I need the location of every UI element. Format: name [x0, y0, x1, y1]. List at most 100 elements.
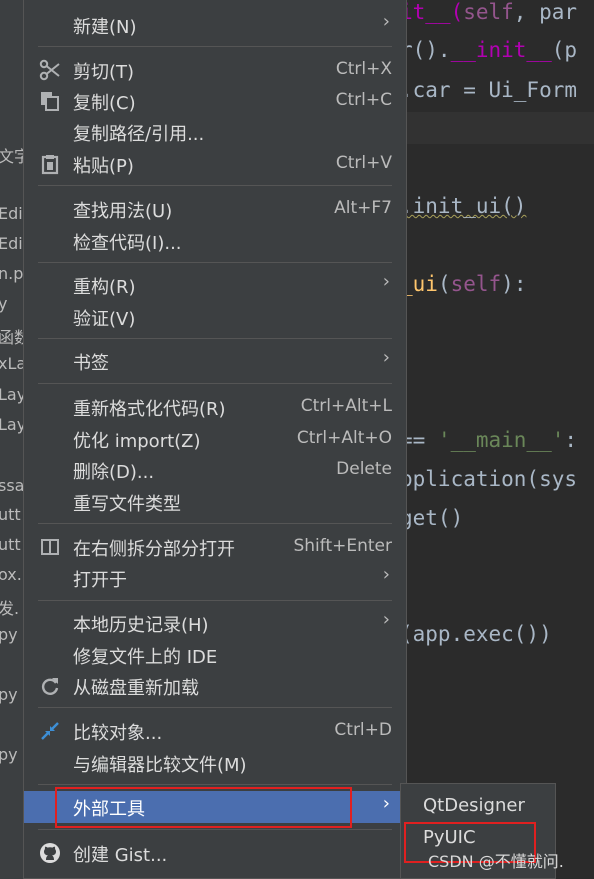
project-item[interactable]: Edi	[0, 234, 23, 253]
menu-item-repair-ide[interactable]: 修复文件上的 IDE	[24, 639, 406, 670]
code-token: , par	[513, 0, 578, 24]
project-item[interactable]: py	[0, 625, 18, 644]
menu-item-label: 查找用法(U)	[73, 201, 173, 222]
shortcut-label: Ctrl+Alt+L	[300, 396, 392, 416]
menu-item-compare-with-editor[interactable]: 与编辑器比较文件(M)	[24, 747, 406, 778]
project-item[interactable]: n.p	[0, 264, 23, 283]
split-view-icon	[38, 535, 62, 559]
menu-item-bookmarks[interactable]: 书签 ›	[24, 345, 406, 376]
submenu-arrow-icon: ›	[382, 347, 390, 368]
watermark: CSDN @不懂就问.	[428, 852, 564, 871]
menu-item-copy[interactable]: 复制(C) Ctrl+C	[24, 85, 406, 116]
menu-item-label: 复制(C)	[73, 93, 136, 114]
menu-separator	[38, 829, 392, 830]
menu-item-new[interactable]: 新建(N) ›	[24, 9, 406, 40]
code-line: r().__init__(p	[400, 38, 577, 62]
menu-item-label: 优化 import(Z)	[73, 431, 201, 452]
menu-item-local-history[interactable]: 本地历史记录(H) ›	[24, 607, 406, 638]
menu-item-reload-from-disk[interactable]: 从磁盘重新加载	[24, 670, 406, 701]
code-line: it__(self, par	[400, 0, 577, 24]
menu-item-delete[interactable]: 删除(D)... Delete	[24, 454, 406, 485]
menu-item-reformat-code[interactable]: 重新格式化代码(R) Ctrl+Alt+L	[24, 391, 406, 422]
scissors-icon	[38, 58, 62, 82]
code-line: == '__main__':	[400, 428, 577, 452]
project-item[interactable]: Lay	[0, 385, 24, 404]
submenu-item-label: QtDesigner	[423, 795, 525, 816]
reload-icon	[38, 674, 62, 698]
menu-item-label: 创建 Gist...	[73, 845, 168, 866]
shortcut-label: Ctrl+X	[335, 59, 392, 79]
menu-item-refactor[interactable]: 重构(R) ›	[24, 269, 406, 300]
project-item[interactable]: xLa	[0, 354, 24, 373]
menu-separator	[38, 600, 392, 601]
menu-item-compare-with[interactable]: 比较对象... Ctrl+D	[24, 715, 406, 746]
shortcut-label: Ctrl+C	[335, 90, 392, 110]
menu-item-label: 新建(N)	[73, 17, 137, 38]
menu-item-label: 粘贴(P)	[73, 156, 134, 177]
code-token: it__(	[400, 0, 464, 24]
code-line: _ui(self):	[400, 272, 526, 296]
menu-separator	[38, 185, 392, 186]
code-token: self	[463, 0, 514, 24]
project-item[interactable]: y	[0, 294, 7, 313]
shortcut-label: Ctrl+Alt+O	[296, 428, 392, 448]
menu-item-optimize-imports[interactable]: 优化 import(Z) Ctrl+Alt+O	[24, 423, 406, 454]
project-item[interactable]: 文字	[0, 143, 24, 167]
code-token: '__main__'	[437, 428, 565, 452]
menu-item-open-split-right[interactable]: 在右侧拆分部分打开 Shift+Enter	[24, 531, 406, 562]
menu-item-create-gist[interactable]: 创建 Gist...	[24, 837, 406, 868]
menu-item-label: 从磁盘重新加载	[73, 678, 199, 699]
project-item[interactable]: ox.	[0, 565, 22, 584]
menu-item-label: 验证(V)	[73, 309, 136, 330]
menu-item-copy-path[interactable]: 复制路径/引用...	[24, 116, 406, 147]
menu-item-inspect-code[interactable]: 检查代码(I)...	[24, 225, 406, 256]
menu-item-label: 修复文件上的 IDE	[73, 647, 218, 668]
menu-separator	[38, 46, 392, 47]
submenu-arrow-icon: ›	[382, 271, 390, 292]
submenu-arrow-icon: ›	[382, 793, 390, 814]
project-item[interactable]: py	[0, 745, 18, 764]
project-item[interactable]: ssa	[0, 476, 24, 495]
menu-item-label: 复制路径/引用...	[73, 124, 205, 145]
submenu-item-qtdesigner[interactable]: QtDesigner	[401, 792, 555, 822]
code-token: (p	[551, 38, 578, 62]
shortcut-label: Alt+F7	[334, 198, 392, 218]
shortcut-label: Ctrl+V	[335, 153, 392, 173]
project-item[interactable]: 发.	[0, 595, 19, 619]
project-item[interactable]: Edi	[0, 204, 23, 223]
menu-separator	[38, 338, 392, 339]
menu-item-label: 书签	[73, 353, 109, 374]
menu-separator	[38, 262, 392, 263]
project-item[interactable]: utt	[0, 535, 21, 554]
menu-item-validate[interactable]: 验证(V)	[24, 301, 406, 332]
submenu-arrow-icon: ›	[382, 609, 390, 630]
github-icon	[38, 841, 62, 865]
copy-icon	[38, 89, 62, 113]
menu-item-label: 打开于	[73, 570, 127, 591]
code-token: :	[564, 428, 578, 452]
menu-item-find-usages[interactable]: 查找用法(U) Alt+F7	[24, 193, 406, 224]
menu-item-override-file-type[interactable]: 重写文件类型	[24, 486, 406, 517]
project-tree-panel[interactable]: 文字 Edi Edi n.p y 函数 xLa Lay Lay ssa utt …	[0, 0, 24, 879]
menu-item-label: 重构(R)	[73, 277, 136, 298]
code-line: (app.exec())	[400, 622, 552, 646]
project-item[interactable]: utt	[0, 505, 21, 524]
code-token: ):	[501, 272, 527, 296]
menu-item-label: 重写文件类型	[73, 494, 181, 515]
code-line: get()	[400, 506, 464, 530]
project-item[interactable]: py	[0, 685, 18, 704]
menu-item-label: 删除(D)...	[73, 462, 155, 483]
submenu-arrow-icon: ›	[382, 11, 390, 32]
menu-item-cut[interactable]: 剪切(T) Ctrl+X	[24, 54, 406, 85]
menu-item-label: 在右侧拆分部分打开	[73, 539, 235, 560]
project-item[interactable]: Lay	[0, 415, 24, 434]
submenu-arrow-icon: ›	[382, 564, 390, 585]
menu-item-label: 与编辑器比较文件(M)	[73, 755, 247, 776]
code-token: self	[450, 272, 502, 296]
code-line: pplication(sys	[400, 467, 578, 491]
menu-item-paste[interactable]: 粘贴(P) Ctrl+V	[24, 148, 406, 179]
project-item[interactable]: 函数	[0, 324, 24, 348]
menu-item-open-in[interactable]: 打开于 ›	[24, 562, 406, 593]
menu-separator	[38, 523, 392, 524]
shortcut-label: Shift+Enter	[293, 536, 392, 556]
